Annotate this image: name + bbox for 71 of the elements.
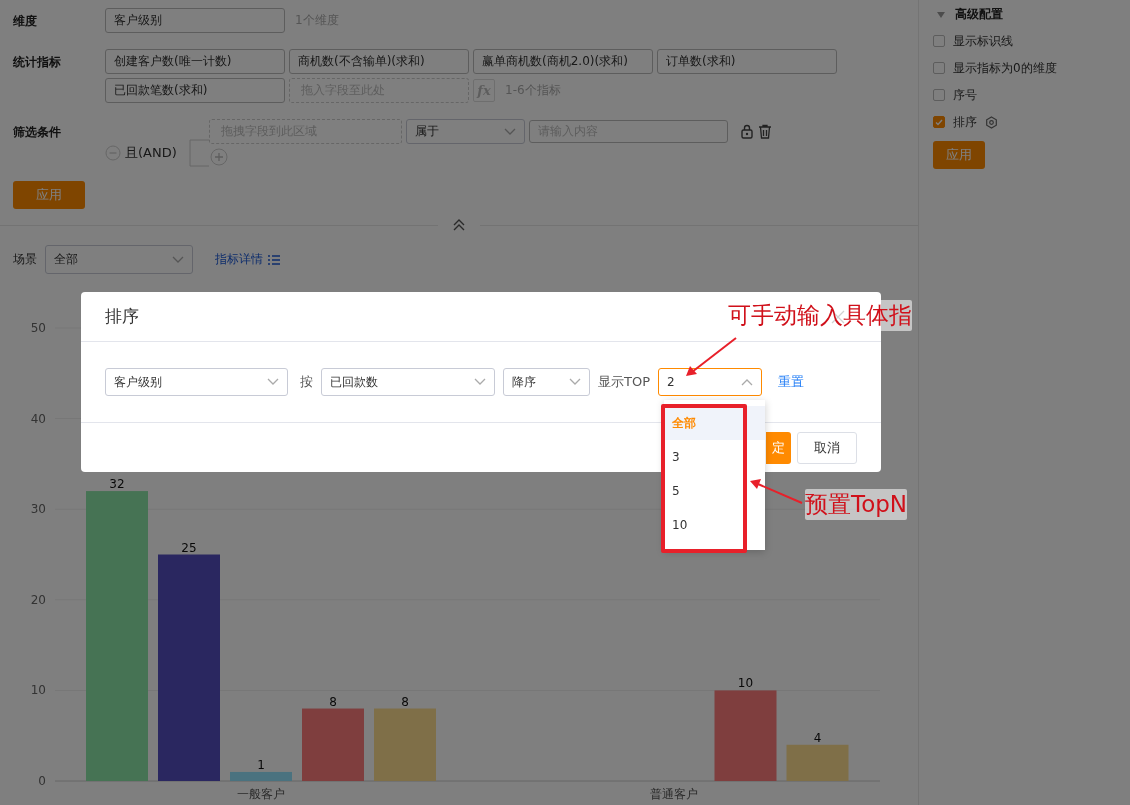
scene-select[interactable]: 全部 bbox=[45, 245, 193, 274]
axis-tick-label: 30 bbox=[30, 502, 46, 517]
category-label: 一般客户 bbox=[237, 787, 286, 801]
dropdown-option[interactable]: 10 bbox=[664, 508, 765, 542]
plus-circle-icon[interactable] bbox=[209, 148, 228, 166]
axis-tick-label: 50 bbox=[30, 321, 46, 335]
list-icon bbox=[268, 254, 280, 265]
by-label: 按 bbox=[300, 373, 313, 391]
checkbox[interactable] bbox=[933, 89, 945, 101]
metric-tag[interactable]: 订单数(求和) bbox=[657, 49, 837, 74]
caret-down-icon bbox=[569, 378, 581, 386]
section-title: 高级配置 bbox=[955, 6, 1003, 23]
axis-tick-label: 40 bbox=[30, 411, 46, 426]
annotation-arrow bbox=[750, 479, 803, 504]
bar-value-label: 10 bbox=[737, 676, 754, 691]
axis-tick-label: 0 bbox=[38, 774, 46, 788]
dropdown-option[interactable]: 5 bbox=[664, 474, 765, 508]
bar-value-label: 25 bbox=[181, 540, 197, 555]
axis-tick-label: 20 bbox=[30, 592, 46, 607]
caret-down-icon bbox=[267, 378, 279, 386]
annotation-text: 可手动输入具体指 bbox=[728, 300, 912, 331]
operator-select[interactable]: 属于 bbox=[405, 119, 525, 144]
option-label: 排序 bbox=[953, 113, 977, 131]
triangle-icon[interactable] bbox=[937, 11, 945, 18]
metric-tag[interactable]: 赢单商机数(商机2.0)(求和) bbox=[473, 49, 653, 74]
metric-tag[interactable]: 已回款笔数(求和) bbox=[105, 78, 285, 103]
option-label: 序号 bbox=[953, 86, 977, 104]
bracket-line bbox=[188, 139, 209, 167]
caret-down-icon bbox=[474, 378, 486, 386]
metric-details-link[interactable]: 指标详情 bbox=[215, 251, 280, 268]
bar-value-label: 32 bbox=[109, 477, 125, 492]
option-label: 显示标识线 bbox=[953, 32, 1013, 50]
chart-bar bbox=[786, 744, 849, 781]
caret-up-icon bbox=[741, 378, 753, 386]
lock-icon[interactable] bbox=[739, 124, 754, 139]
axis-tick-label: 10 bbox=[30, 683, 46, 698]
logic-label: 且(AND) bbox=[125, 144, 177, 162]
metric-tag[interactable]: 创建客户数(唯一计数) bbox=[105, 49, 285, 74]
checkbox[interactable] bbox=[933, 35, 945, 47]
chart-bar bbox=[230, 771, 292, 781]
top-input[interactable]: 2 bbox=[658, 368, 762, 396]
metric-tag[interactable]: 商机数(不含输单)(求和) bbox=[289, 49, 469, 74]
field-label: 统计指标 bbox=[13, 54, 62, 71]
dimension-tag[interactable]: 客户级别 bbox=[105, 8, 285, 33]
scene-label: 场景 bbox=[13, 251, 37, 268]
bar-value-label: 8 bbox=[401, 694, 409, 709]
bar-value-label: 4 bbox=[813, 730, 822, 745]
dialog-title: 排序 bbox=[105, 305, 139, 328]
caret-down-icon bbox=[503, 127, 516, 136]
field-label: 维度 bbox=[13, 13, 38, 30]
option-label: 显示指标为0的维度 bbox=[953, 59, 1057, 77]
trash-icon[interactable] bbox=[757, 124, 772, 139]
checkbox[interactable] bbox=[933, 116, 945, 128]
category-label: 普通客户 bbox=[649, 787, 698, 801]
settings-icon[interactable] bbox=[985, 115, 998, 129]
checkbox[interactable] bbox=[933, 62, 945, 74]
close-icon[interactable] bbox=[831, 309, 845, 324]
confirm-button[interactable]: 定 bbox=[766, 431, 791, 464]
top-label: 显示TOP bbox=[598, 373, 650, 391]
reset-link[interactable]: 重置 bbox=[778, 373, 804, 391]
bar-value-label: 8 bbox=[329, 694, 337, 709]
field-select[interactable]: 客户级别 bbox=[105, 368, 288, 396]
collapse-icon[interactable] bbox=[452, 219, 466, 231]
caret-down-icon bbox=[172, 255, 184, 264]
order-select[interactable]: 降序 bbox=[503, 368, 590, 396]
cancel-button[interactable]: 取消 bbox=[797, 431, 857, 464]
bar-value-label: 1 bbox=[257, 757, 265, 772]
field-label: 筛选条件 bbox=[13, 124, 62, 141]
annotation-text: 预置TopN bbox=[805, 489, 908, 520]
metric-select[interactable]: 已回款数 bbox=[321, 368, 495, 396]
annotation-arrow bbox=[686, 337, 737, 376]
